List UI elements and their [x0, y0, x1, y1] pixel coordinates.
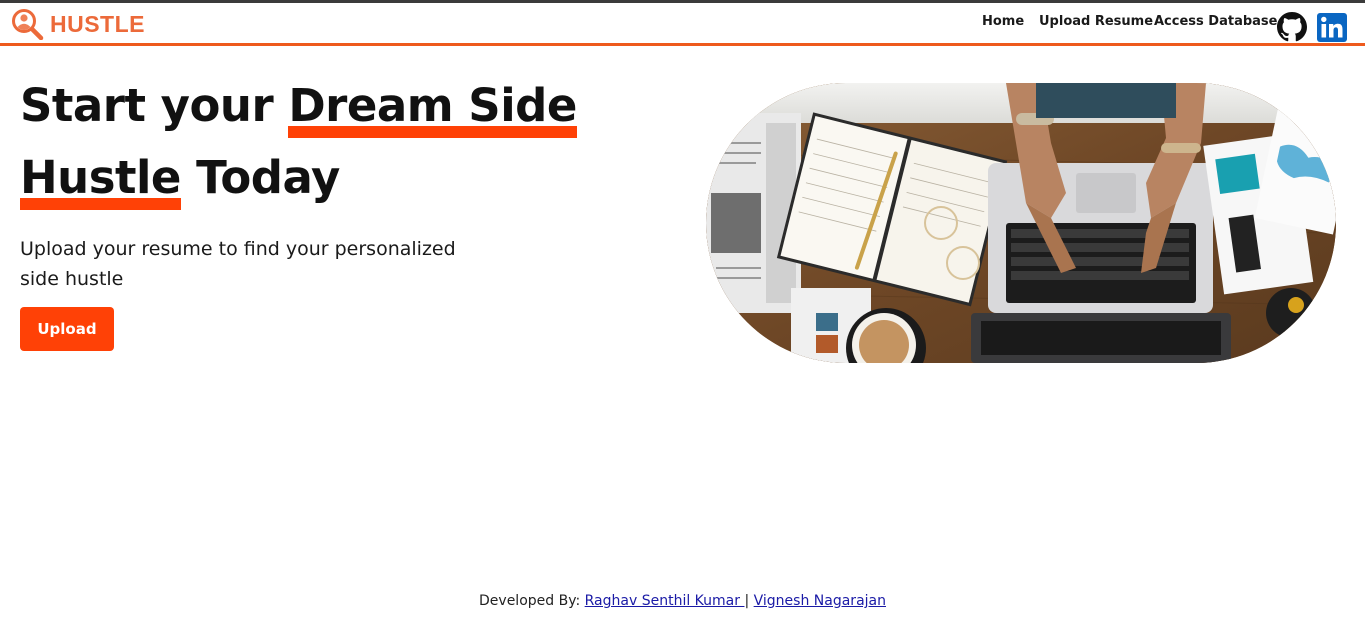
hero-title-highlight-dream-side: Dream Side	[288, 70, 577, 142]
footer-separator: |	[744, 593, 754, 609]
hero-title-highlight-hustle: Hustle	[20, 142, 181, 214]
nav-access-database[interactable]: Access Database	[1154, 14, 1277, 29]
nav-home[interactable]: Home	[982, 14, 1024, 29]
navbar: HUSTLE Home Upload Resume Access Databas…	[0, 3, 1365, 44]
nav-upload-resume[interactable]: Upload Resume	[1039, 14, 1153, 29]
footer: Developed By: Raghav Senthil Kumar | Vig…	[0, 593, 1365, 609]
footer-author-raghav[interactable]: Raghav Senthil Kumar	[585, 593, 745, 609]
hero-title-part1: Start your	[20, 79, 289, 132]
brand-logo[interactable]: HUSTLE	[11, 8, 145, 40]
upload-button[interactable]: Upload	[20, 307, 114, 351]
hero-image	[706, 83, 1336, 363]
github-icon[interactable]	[1277, 12, 1307, 42]
footer-prefix: Developed By:	[479, 593, 585, 609]
navbar-accent-rule	[0, 43, 1365, 46]
brand-name: HUSTLE	[50, 10, 145, 37]
hero-title-part2: Today	[180, 151, 340, 204]
hero-title: Start your Dream Side Hustle Today	[20, 70, 580, 214]
footer-author-vignesh[interactable]: Vignesh Nagarajan	[754, 593, 886, 609]
search-user-icon	[12, 9, 44, 40]
hero-subtitle: Upload your resume to find your personal…	[20, 238, 456, 290]
desk-illustration	[706, 83, 1336, 363]
hero-title-line2: Hustle Today	[20, 142, 580, 214]
linkedin-icon[interactable]	[1317, 13, 1347, 42]
